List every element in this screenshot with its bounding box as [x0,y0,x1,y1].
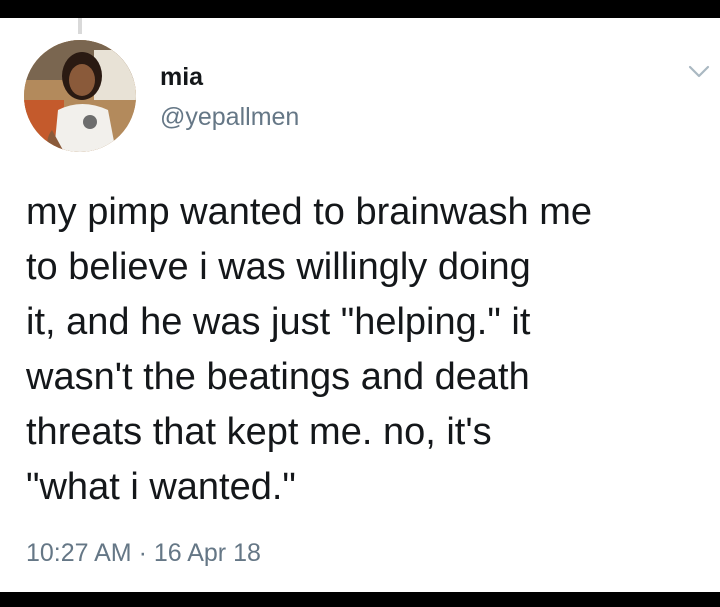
avatar[interactable] [24,40,136,152]
tweet-card: mia @yepallmen my pimp wanted to brainwa… [0,18,720,592]
tweet-text: my pimp wanted to brainwash me to believ… [26,191,593,508]
chevron-down-icon[interactable] [686,58,712,84]
screenshot-frame: mia @yepallmen my pimp wanted to brainwa… [0,0,720,607]
tweet-time: 10:27 AM [26,539,132,567]
thread-line [78,18,82,34]
profile-photo-icon [24,40,136,152]
meta-separator: · [131,539,154,567]
user-handle[interactable]: @yepallmen [160,102,299,132]
display-name[interactable]: mia [160,62,203,92]
tweet-date: 16 Apr 18 [153,539,261,567]
tweet-timestamp[interactable]: 10:27 AM · 16 Apr 18 [26,538,261,568]
